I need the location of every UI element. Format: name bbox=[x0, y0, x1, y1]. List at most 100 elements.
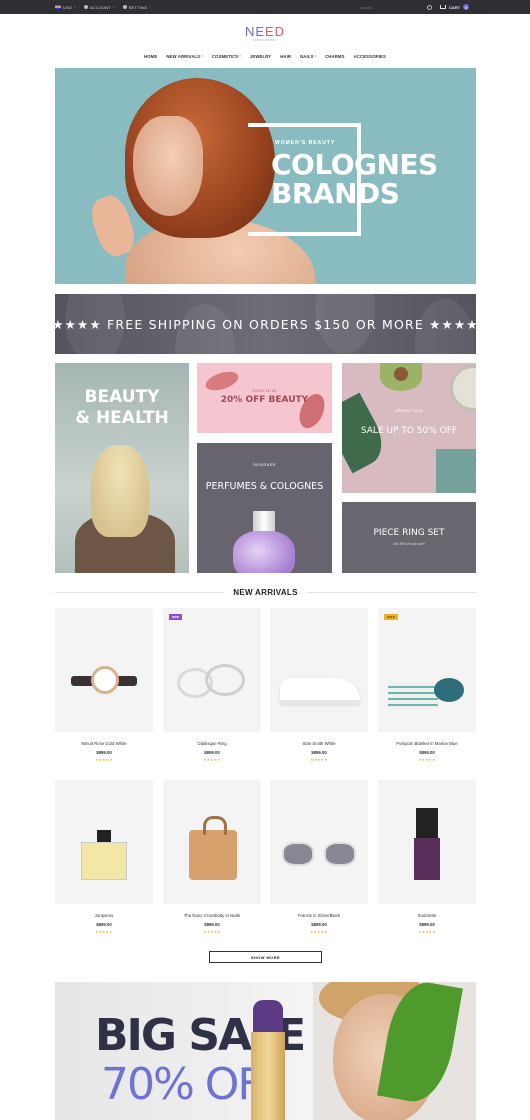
nav-label: HAIR bbox=[280, 53, 292, 59]
nav-label: JEWELRY bbox=[249, 53, 272, 59]
promo-title: PIECE RING SET bbox=[373, 528, 445, 538]
hero-title-line1: COLOGNES bbox=[271, 148, 438, 181]
rating-stars: ★★★★★ bbox=[310, 758, 328, 762]
nav-item-jewelry[interactable]: JEWELRY bbox=[250, 51, 271, 61]
nav-item-cosmetics[interactable]: COSMETICS ▾ bbox=[212, 51, 241, 61]
product-name[interactable]: Soubrette bbox=[378, 913, 476, 919]
account-menu[interactable]: ACCOUNT ▾ bbox=[83, 4, 115, 10]
sunglasses-lens bbox=[324, 842, 356, 866]
product-card[interactable]: NEW Odalisque Ring $899.00 ★★★★★ bbox=[163, 608, 261, 762]
gear-icon bbox=[122, 5, 127, 9]
hero-title-line2: BRANDS bbox=[271, 177, 400, 210]
hero-title: COLOGNES BRANDS bbox=[271, 150, 438, 208]
perfume-bottle-image bbox=[233, 531, 295, 573]
product-name[interactable]: Francis in Silver/Black bbox=[270, 913, 368, 919]
nav-item-nails[interactable]: NAILS ▾ bbox=[300, 51, 316, 61]
product-card[interactable]: Stan Smith White $899.00 ★★★★★ bbox=[270, 608, 368, 762]
product-name[interactable]: Odalisque Ring bbox=[163, 741, 261, 747]
nav-item-home[interactable]: HOME bbox=[144, 51, 157, 61]
perfume-cap-image bbox=[253, 511, 275, 533]
promo-title: PERFUMES & COLOGNES bbox=[205, 481, 324, 492]
nail-polish-bottle bbox=[414, 838, 440, 880]
cart-label: CART bbox=[449, 4, 461, 10]
avocado-image bbox=[380, 363, 422, 391]
cream-jar-image bbox=[450, 365, 476, 411]
product-image[interactable] bbox=[270, 608, 368, 732]
promo-title: 20% OFF BEAUTY bbox=[220, 395, 309, 405]
chevron-down-icon: ▾ bbox=[149, 5, 152, 9]
promo-title: SALE UP TO 50% OFF bbox=[360, 426, 458, 436]
cart-button[interactable]: CART 0 bbox=[440, 0, 470, 14]
account-label: ACCOUNT bbox=[89, 4, 111, 10]
product-image[interactable]: NEW bbox=[163, 608, 261, 732]
nav-item-new-arrivals[interactable]: NEW ARRIVALS ▾ bbox=[166, 51, 203, 61]
promo-eyebrow: ENDS 11/16 bbox=[252, 389, 277, 393]
product-name[interactable]: Juniperus bbox=[55, 913, 153, 919]
search-icon[interactable] bbox=[427, 4, 432, 10]
setting-menu[interactable]: SETTING ▾ bbox=[122, 5, 152, 10]
currency-label: USD bbox=[63, 4, 73, 10]
model-hair bbox=[91, 445, 149, 537]
product-image[interactable] bbox=[378, 780, 476, 904]
cart-count-badge: 0 bbox=[463, 4, 470, 10]
site-logo[interactable]: NEED FASHION SHOP bbox=[240, 24, 290, 42]
perfume-cap bbox=[97, 830, 111, 842]
product-image[interactable] bbox=[270, 780, 368, 904]
product-image[interactable] bbox=[55, 608, 153, 732]
promo-eyebrow: DESIGNER bbox=[253, 463, 276, 467]
product-image[interactable] bbox=[163, 780, 261, 904]
divider bbox=[55, 591, 225, 593]
logo-word-a: NE bbox=[244, 24, 265, 39]
product-card[interactable]: Francis in Silver/Black $899.00 ★★★★★ bbox=[270, 780, 368, 934]
product-card[interactable]: The Nano Crossbody in Nude $899.00 ★★★★★ bbox=[163, 780, 261, 934]
product-image[interactable] bbox=[55, 780, 153, 904]
product-card[interactable]: Soubrette $899.00 ★★★★★ bbox=[378, 780, 476, 934]
product-name[interactable]: Minuit Rose Gold White bbox=[55, 741, 153, 747]
product-price: $899.00 bbox=[311, 750, 327, 755]
promo-eyebrow: SPRING 2016 bbox=[395, 409, 423, 413]
rating-stars: ★★★★★ bbox=[418, 930, 436, 934]
product-price: $899.00 bbox=[96, 750, 112, 755]
search-input[interactable] bbox=[360, 4, 418, 10]
search-box bbox=[360, 3, 432, 11]
nav-label: NAILS bbox=[300, 53, 314, 59]
rating-stars: ★★★★★ bbox=[203, 930, 221, 934]
product-price: $899.00 bbox=[419, 750, 435, 755]
product-name[interactable]: The Nano Crossbody in Nude bbox=[163, 913, 261, 919]
flag-icon bbox=[55, 5, 61, 9]
promo-ring-set[interactable]: PIECE RING SET Get 30% off now order bbox=[342, 502, 476, 573]
promo-perfumes[interactable]: DESIGNER PERFUMES & COLOGNES bbox=[197, 443, 332, 573]
hero-banner[interactable]: WOMEN'S BEAUTY COLOGNES BRANDS bbox=[55, 68, 476, 284]
sale-badge: SALE bbox=[384, 614, 399, 620]
new-arrivals-heading: NEW ARRIVALS bbox=[55, 586, 476, 598]
user-icon bbox=[83, 5, 88, 9]
product-card[interactable]: SALE Pompom Blanket in Marine Blue $899.… bbox=[378, 608, 476, 762]
product-name[interactable]: Pompom Blanket in Marine Blue bbox=[378, 741, 476, 747]
nav-item-hair[interactable]: HAIR bbox=[280, 51, 291, 61]
rating-stars: ★★★★★ bbox=[95, 930, 113, 934]
promo-beauty-health[interactable]: BEAUTY & HEALTH bbox=[55, 363, 189, 573]
ring-image bbox=[205, 664, 245, 696]
promo-20-off-beauty[interactable]: ENDS 11/16 20% OFF BEAUTY bbox=[197, 363, 332, 433]
rating-stars: ★★★★★ bbox=[95, 758, 113, 762]
top-bar: USD ▾ ACCOUNT ▾ SETTING ▾ CART 0 bbox=[0, 0, 530, 14]
chevron-down-icon: ▾ bbox=[239, 54, 241, 58]
product-card[interactable]: Juniperus $899.00 ★★★★★ bbox=[55, 780, 153, 934]
nav-item-charms[interactable]: CHARMS bbox=[325, 51, 344, 61]
nav-item-accessories[interactable]: ACCESSORIES bbox=[354, 51, 386, 61]
currency-selector[interactable]: USD ▾ bbox=[55, 5, 76, 10]
new-badge: NEW bbox=[169, 614, 182, 620]
promo-title: BEAUTY & HEALTH bbox=[55, 387, 189, 429]
nav-label: ACCESSORIES bbox=[353, 53, 386, 59]
product-box-image bbox=[436, 449, 476, 493]
big-sale-banner[interactable]: BIG SALE 70% OFF bbox=[55, 982, 476, 1120]
show-more-button[interactable]: SHOW MORE bbox=[209, 951, 322, 963]
product-image[interactable]: SALE bbox=[378, 608, 476, 732]
logo-wordmark: NEED bbox=[240, 24, 290, 39]
perfume-bottle bbox=[81, 842, 127, 880]
product-name[interactable]: Stan Smith White bbox=[270, 741, 368, 747]
product-card[interactable]: Minuit Rose Gold White $899.00 ★★★★★ bbox=[55, 608, 153, 762]
pompom-image bbox=[434, 678, 464, 702]
product-price: $899.00 bbox=[204, 922, 220, 927]
promo-spring-sale[interactable]: SPRING 2016 SALE UP TO 50% OFF bbox=[342, 363, 476, 493]
